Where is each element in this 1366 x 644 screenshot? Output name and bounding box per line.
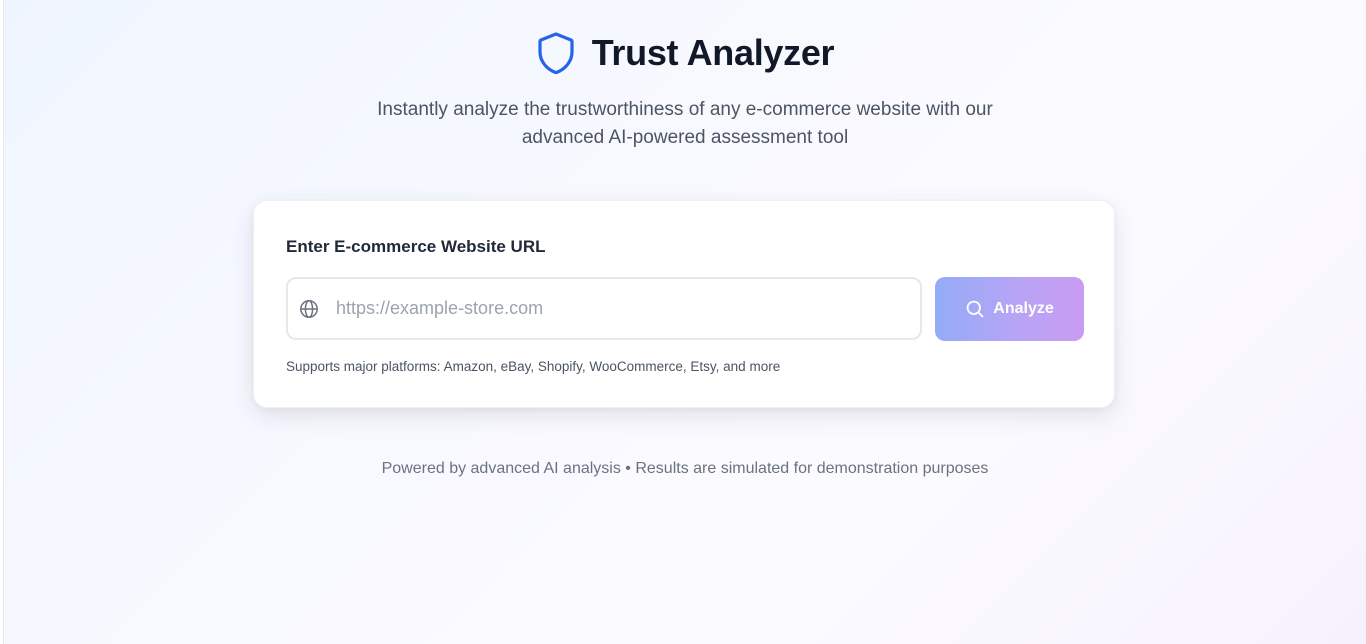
url-form-card: Enter E-commerce Website URL Analyze Sup… xyxy=(253,200,1115,408)
supported-platforms-hint: Supports major platforms: Amazon, eBay, … xyxy=(286,359,781,374)
page-background: Trust Analyzer Instantly analyze the tru… xyxy=(3,0,1366,644)
header: Trust Analyzer xyxy=(4,30,1366,76)
footer-note: Powered by advanced AI analysis • Result… xyxy=(381,460,989,477)
url-field-label: Enter E-commerce Website URL xyxy=(286,237,546,256)
analyze-button[interactable]: Analyze xyxy=(935,277,1084,341)
page-subtitle: Instantly analyze the trustworthiness of… xyxy=(377,99,993,148)
search-icon xyxy=(965,299,985,319)
globe-icon xyxy=(299,299,319,319)
url-input[interactable] xyxy=(336,279,906,338)
analyze-button-label: Analyze xyxy=(993,300,1054,317)
shield-icon xyxy=(536,30,576,76)
url-input-container[interactable] xyxy=(286,277,922,340)
page-title: Trust Analyzer xyxy=(591,32,835,73)
